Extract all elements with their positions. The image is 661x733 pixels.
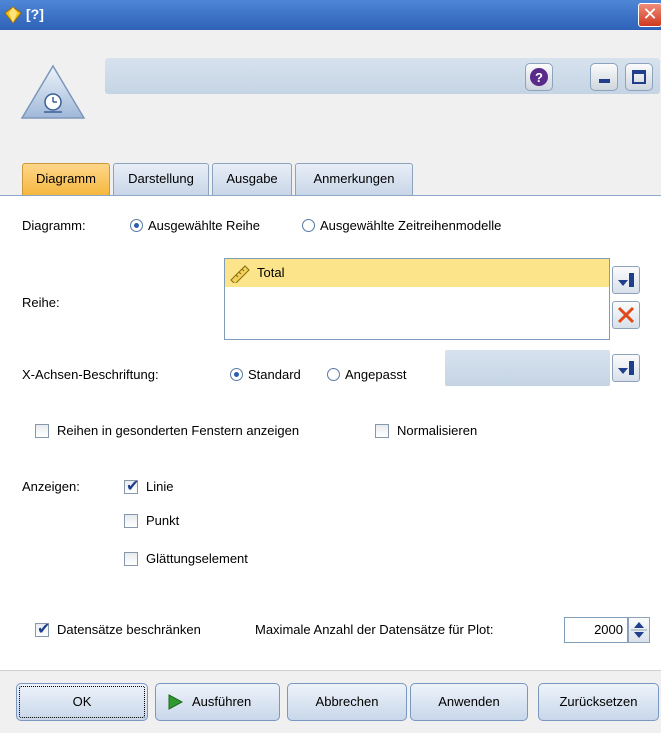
limit-records-checkbox[interactable]: ✔	[35, 619, 50, 638]
display-label: Anzeigen:	[22, 479, 80, 494]
close-button[interactable]: ✕	[638, 3, 661, 27]
list-item[interactable]: Total	[225, 259, 609, 287]
run-icon	[168, 694, 184, 710]
tab-diagramm[interactable]: Diagramm	[22, 163, 110, 195]
maximize-icon	[632, 70, 646, 84]
field-picker-button[interactable]	[612, 266, 640, 294]
xaxis-custom-label: Angepasst	[345, 367, 407, 382]
check-icon: ✔	[126, 476, 140, 495]
time-plot-node-icon	[20, 64, 86, 119]
max-records-label: Maximale Anzahl der Datensätze für Plot:	[255, 622, 494, 637]
max-records-stepper[interactable]	[628, 617, 650, 643]
xaxis-field-picker-button[interactable]	[612, 354, 640, 382]
smoother-checkbox[interactable]	[124, 552, 138, 566]
svg-text:?: ?	[535, 70, 543, 85]
app-diamond-icon	[4, 6, 22, 24]
remove-series-button[interactable]	[612, 301, 640, 329]
window-title: [?]	[26, 6, 44, 22]
xaxis-standard-radio[interactable]	[230, 368, 243, 381]
normalize-label: Normalisieren	[397, 423, 478, 438]
separate-windows-label: Reihen in gesonderten Fenstern anzeigen	[57, 423, 300, 438]
series-item-label: Total	[257, 265, 285, 280]
minimize-button[interactable]	[590, 63, 618, 91]
node-name-field[interactable]	[105, 58, 660, 94]
limit-records-label: Datensätze beschränken	[57, 622, 201, 637]
selected-series-radio[interactable]	[130, 219, 143, 232]
run-button[interactable]: Ausführen	[155, 683, 280, 721]
point-label: Punkt	[146, 513, 180, 528]
xaxis-standard-label: Standard	[248, 367, 301, 382]
run-label: Ausführen	[192, 694, 252, 709]
selected-series-label: Ausgewählte Reihe	[148, 218, 261, 233]
selected-models-label: Ausgewählte Zeitreihenmodelle	[320, 218, 502, 233]
tab-darstellung[interactable]: Darstellung	[113, 163, 209, 195]
field-picker-icon	[618, 361, 634, 375]
max-records-input[interactable]: 2000	[564, 617, 628, 643]
help-button[interactable]: ?	[525, 63, 553, 91]
maximize-button[interactable]	[625, 63, 653, 91]
ruler-icon	[230, 265, 250, 283]
ok-button[interactable]: OK	[16, 683, 148, 721]
smoother-label: Glättungselement	[146, 551, 248, 566]
tab-ausgabe[interactable]: Ausgabe	[212, 163, 292, 195]
normalize-checkbox[interactable]	[375, 424, 389, 438]
tab-anmerkungen[interactable]: Anmerkungen	[295, 163, 413, 195]
field-picker-icon	[618, 273, 634, 287]
check-icon: ✔	[37, 619, 51, 638]
custom-label-field[interactable]	[445, 350, 610, 386]
line-label: Linie	[146, 479, 174, 494]
cancel-button[interactable]: Abbrechen	[287, 683, 407, 721]
spinner-arrows-icon	[631, 622, 647, 638]
help-icon: ?	[530, 68, 548, 86]
line-checkbox[interactable]: ✔	[124, 476, 139, 495]
minimize-icon	[599, 79, 610, 83]
plot-label: Diagramm:	[22, 218, 86, 233]
apply-button[interactable]: Anwenden	[410, 683, 528, 721]
selected-models-radio[interactable]	[302, 219, 315, 232]
reset-button[interactable]: Zurücksetzen	[538, 683, 659, 721]
point-checkbox[interactable]	[124, 514, 138, 528]
title-bar[interactable]	[0, 0, 661, 31]
xaxis-custom-radio[interactable]	[327, 368, 340, 381]
delete-icon	[617, 306, 635, 324]
series-label: Reihe:	[22, 295, 60, 310]
separate-windows-checkbox[interactable]	[35, 424, 49, 438]
xaxis-label: X-Achsen-Beschriftung:	[22, 367, 159, 382]
